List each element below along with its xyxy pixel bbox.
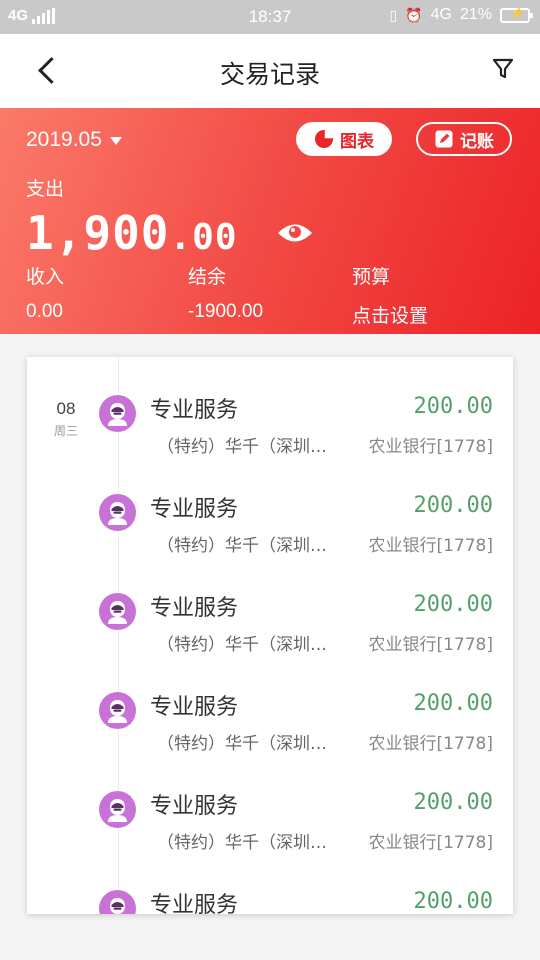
alarm-icon: ⏰ — [405, 6, 423, 23]
transaction-merchant: （特约）华千（深圳… — [157, 635, 327, 655]
transaction-category: 专业服务 — [150, 695, 239, 720]
transaction-merchant: （特约）华千（深圳… — [157, 437, 327, 457]
transaction-bank: 农业银行[1778] — [368, 437, 493, 457]
transaction-list: 08 周三 专业服务 200.00 （特约）华千（深圳… 农业银行[1778] 专业服务… — [27, 357, 513, 914]
status-bar: 4G 18:37 ▯ ⏰ 4G 21% ⚡ — [0, 0, 540, 34]
transaction-row[interactable]: 专业服务 200.00 （特约）华千（深圳… 农业银行[1778] — [27, 456, 513, 556]
transaction-category: 专业服务 — [150, 893, 239, 914]
merchant-avatar-icon — [99, 890, 136, 914]
budget-setting-link[interactable]: 点击设置 — [352, 301, 428, 328]
transaction-row[interactable]: 专业服务 200.00 （特约）华千（深圳… 农业银行[1778] — [27, 357, 513, 457]
month-selector[interactable]: 2019.05 — [26, 128, 122, 152]
edit-icon — [435, 130, 453, 148]
network-type-right: 4G — [430, 6, 452, 23]
battery-icon: ⚡ — [500, 6, 533, 23]
transaction-merchant: （特约）华千（深圳… — [157, 536, 327, 556]
battery-level: 21% — [459, 6, 492, 23]
chart-button[interactable]: 图表 — [296, 122, 392, 156]
bookkeeping-button[interactable]: 记账 — [416, 122, 512, 156]
transaction-row[interactable]: 专业服务200.00（特约）华千（深圳…农业银行[1778] — [27, 852, 513, 914]
transaction-category: 专业服务 — [150, 794, 239, 819]
budget-stat[interactable]: 预算 点击设置 — [352, 262, 428, 328]
transaction-merchant: （特约）华千（深圳… — [157, 833, 327, 853]
bookkeeping-button-label: 记账 — [460, 131, 494, 152]
eye-icon[interactable] — [276, 220, 314, 246]
merchant-avatar-icon — [99, 692, 136, 729]
transaction-amount: 200.00 — [413, 394, 493, 419]
transaction-category: 专业服务 — [150, 596, 239, 621]
transaction-row[interactable]: 专业服务 200.00 （特约）华千（深圳… 农业银行[1778] — [27, 555, 513, 655]
transaction-bank: 农业银行[1778] — [368, 536, 493, 556]
filter-icon[interactable] — [490, 56, 516, 82]
income-stat: 收入 0.00 — [26, 262, 64, 323]
transaction-bank: 农业银行[1778] — [368, 833, 493, 853]
transaction-amount: 200.00 — [413, 592, 493, 617]
income-label: 收入 — [26, 266, 65, 288]
transaction-amount: 200.00 — [413, 790, 493, 815]
transaction-amount: 200.00 — [413, 691, 493, 716]
merchant-avatar-icon — [99, 593, 136, 630]
pie-chart-icon — [315, 130, 333, 148]
expense-amount-integer: 1,900 — [26, 206, 170, 260]
vibrate-icon: ▯ — [389, 6, 398, 23]
transaction-bank: 农业银行[1778] — [368, 635, 493, 655]
transaction-amount: 200.00 — [413, 493, 493, 518]
app-header: 交易记录 — [0, 34, 540, 108]
transaction-row[interactable]: 专业服务 200.00 （特约）华千（深圳… 农业银行[1778] — [27, 753, 513, 853]
month-label: 2019.05 — [26, 128, 102, 151]
status-right: ▯ ⏰ 4G 21% ⚡ — [389, 6, 533, 24]
page-title: 交易记录 — [219, 60, 320, 89]
budget-label: 预算 — [352, 266, 391, 288]
expense-label: 支出 — [26, 178, 65, 200]
chart-button-label: 图表 — [340, 131, 374, 152]
expense-amount: 1,900.00 — [26, 206, 238, 260]
income-value: 0.00 — [26, 301, 63, 322]
transaction-category: 专业服务 — [150, 497, 239, 522]
transaction-merchant: （特约）华千（深圳… — [157, 734, 327, 754]
caret-down-icon — [109, 137, 122, 145]
transaction-amount: 200.00 — [413, 889, 493, 914]
merchant-avatar-icon — [99, 791, 136, 828]
balance-label: 结余 — [188, 266, 227, 288]
merchant-avatar-icon — [99, 395, 136, 432]
summary-banner: 2019.05 图表 记账 支出 1,900.00 收入 0.00 结余 -19… — [0, 108, 540, 334]
merchant-avatar-icon — [99, 494, 136, 531]
balance-value: -1900.00 — [188, 301, 264, 322]
balance-stat: 结余 -1900.00 — [188, 262, 263, 323]
expense-amount-decimal: .00 — [169, 217, 238, 258]
transaction-row[interactable]: 专业服务 200.00 （特约）华千（深圳… 农业银行[1778] — [27, 654, 513, 754]
transaction-category: 专业服务 — [150, 398, 239, 423]
transaction-bank: 农业银行[1778] — [368, 734, 493, 754]
